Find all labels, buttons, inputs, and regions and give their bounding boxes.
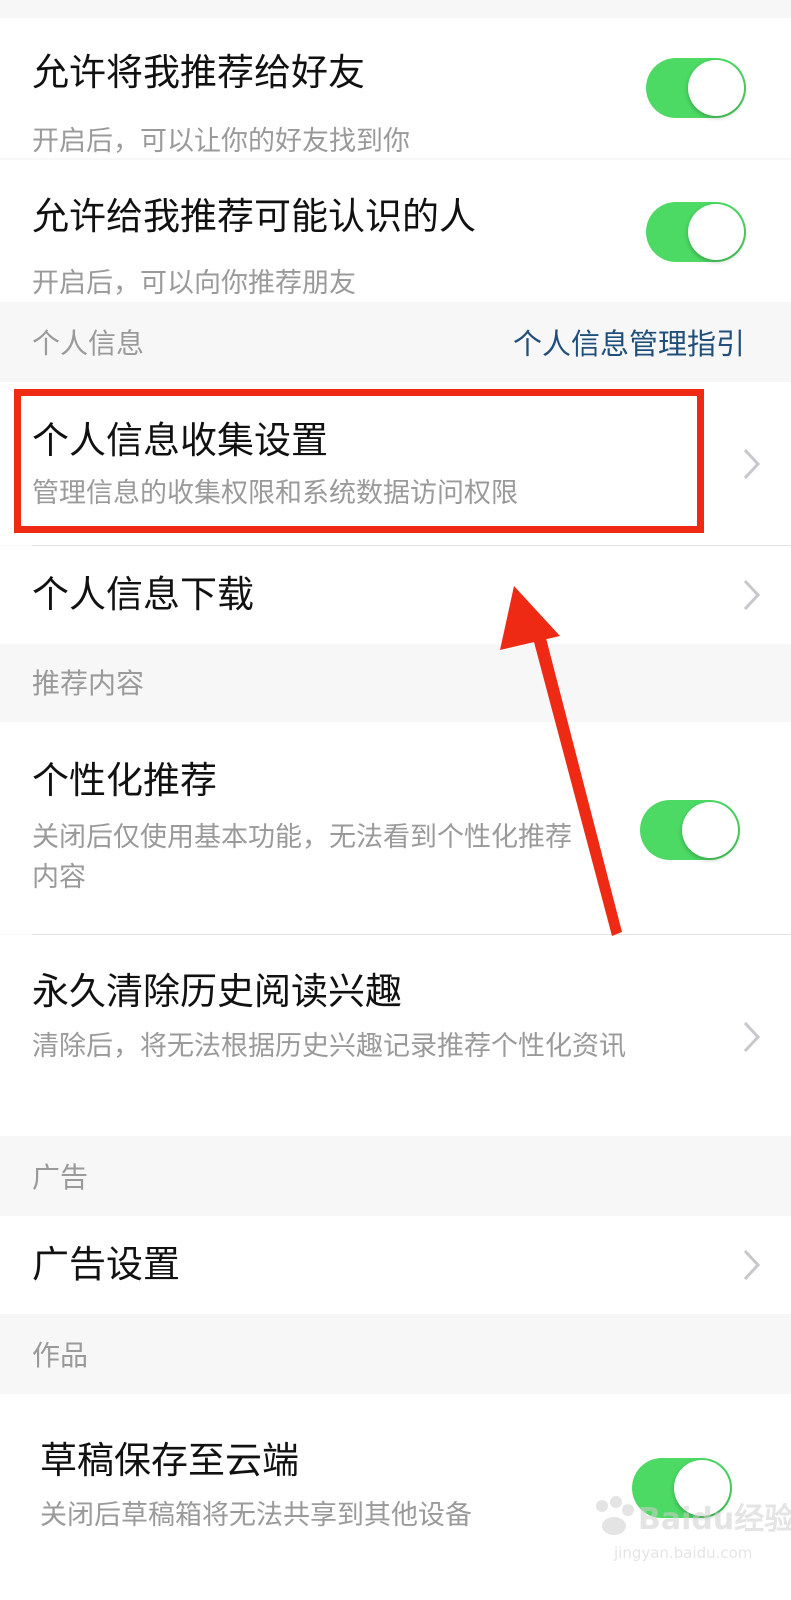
section-header-works: 作品 [0, 1314, 791, 1394]
setting-title: 允许给我推荐可能认识的人 [32, 195, 476, 238]
recommend-to-friends-toggle[interactable] [646, 58, 746, 118]
toggle-knob [674, 1460, 730, 1516]
cloud-drafts-toggle[interactable] [632, 1458, 732, 1518]
setting-title: 个人信息收集设置 [32, 419, 328, 462]
setting-row-info-download[interactable]: 个人信息下载 [0, 546, 791, 644]
setting-title: 广告设置 [32, 1243, 180, 1286]
chevron-right-icon [743, 448, 761, 480]
section-header-personal-info: 个人信息 个人信息管理指引 [0, 302, 791, 382]
setting-subtitle: 清除后，将无法根据历史兴趣记录推荐个性化资讯 [32, 1031, 626, 1062]
chevron-right-icon [743, 1021, 761, 1053]
chevron-right-icon [743, 579, 761, 611]
setting-subtitle: 关闭后草稿箱将无法共享到其他设备 [40, 1500, 472, 1531]
personalized-recommendation-toggle[interactable] [640, 800, 740, 860]
section-label: 广告 [32, 1161, 89, 1194]
recommend-people-toggle[interactable] [646, 202, 746, 262]
setting-title: 允许将我推荐给好友 [32, 51, 365, 94]
personal-info-guide-link[interactable]: 个人信息管理指引 [513, 324, 745, 364]
setting-title: 个性化推荐 [32, 759, 217, 802]
toggle-knob [688, 204, 744, 260]
setting-title: 永久清除历史阅读兴趣 [32, 970, 402, 1013]
section-label: 作品 [32, 1339, 89, 1372]
setting-row-ad-settings[interactable]: 广告设置 [0, 1216, 791, 1314]
setting-subtitle: 开启后，可以向你推荐朋友 [32, 268, 356, 299]
section-label: 推荐内容 [32, 667, 145, 700]
setting-row-personalized: 个性化推荐 关闭后仅使用基本功能，无法看到个性化推荐内容 [0, 722, 791, 934]
setting-row-info-collection[interactable]: 个人信息收集设置 管理信息的收集权限和系统数据访问权限 [0, 382, 791, 545]
section-header-recommended-content: 推荐内容 [0, 644, 791, 722]
setting-subtitle: 管理信息的收集权限和系统数据访问权限 [32, 478, 518, 509]
setting-row-recommend-to-friends: 允许将我推荐给好友 开启后，可以让你的好友找到你 [0, 18, 791, 158]
toggle-knob [682, 802, 738, 858]
section-header-ads: 广告 [0, 1136, 791, 1216]
setting-row-recommend-people: 允许给我推荐可能认识的人 开启后，可以向你推荐朋友 [0, 160, 791, 302]
setting-subtitle: 开启后，可以让你的好友找到你 [32, 126, 410, 157]
setting-row-clear-history[interactable]: 永久清除历史阅读兴趣 清除后，将无法根据历史兴趣记录推荐个性化资讯 [0, 935, 791, 1136]
setting-row-cloud-drafts: 草稿保存至云端 关闭后草稿箱将无法共享到其他设备 [0, 1394, 791, 1600]
setting-title: 个人信息下载 [32, 573, 254, 616]
section-label: 个人信息 [32, 327, 145, 360]
toggle-knob [688, 60, 744, 116]
setting-subtitle: 关闭后仅使用基本功能，无法看到个性化推荐内容 [32, 822, 572, 893]
setting-title: 草稿保存至云端 [40, 1439, 299, 1482]
chevron-right-icon [743, 1249, 761, 1281]
